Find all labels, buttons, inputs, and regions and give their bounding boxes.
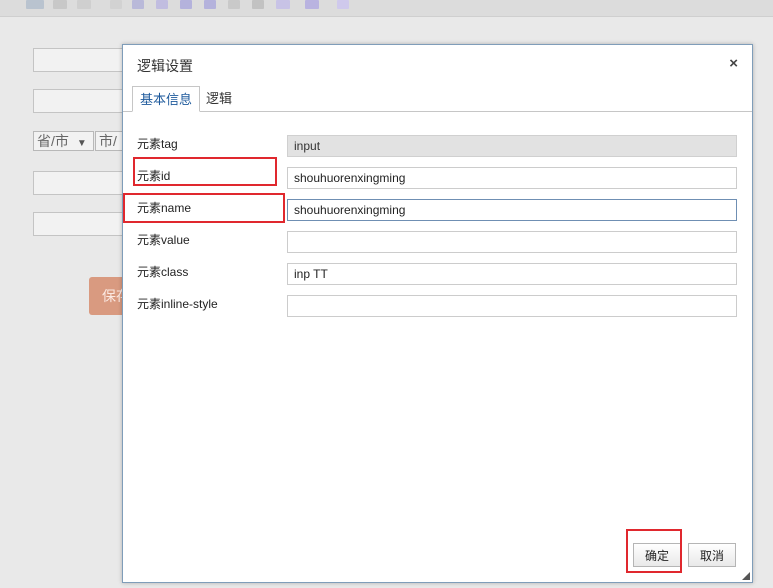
select-tool-icon[interactable] <box>26 0 44 9</box>
province-select-value: 省/市 <box>37 133 69 149</box>
element-tag-field <box>287 135 737 157</box>
element-inline-style-field[interactable] <box>287 295 737 317</box>
more-tool-icon[interactable] <box>337 0 349 9</box>
label-element-value: 元素value <box>137 233 190 247</box>
grid-tool-icon[interactable] <box>77 0 91 9</box>
label-element-id: 元素id <box>137 169 171 183</box>
bg-input-3[interactable] <box>33 171 123 195</box>
label-element-name: 元素name <box>137 201 192 215</box>
textbox-tool-icon[interactable] <box>110 0 122 9</box>
element-value-field[interactable] <box>287 231 737 253</box>
element-name-field[interactable] <box>287 199 737 221</box>
resize-grip-icon[interactable] <box>742 572 750 580</box>
checkbox-tool-icon[interactable] <box>180 0 192 9</box>
input-tool-icon[interactable] <box>132 0 144 9</box>
editor-toolbar <box>0 0 773 17</box>
tab-basic-info[interactable]: 基本信息 <box>132 86 201 112</box>
close-icon[interactable]: × <box>729 56 738 72</box>
province-select[interactable]: 省/市 ▼ <box>33 131 94 151</box>
textarea-tool-icon[interactable] <box>156 0 168 9</box>
bg-save-label: 保存 <box>102 288 123 304</box>
confirm-button[interactable]: 确定 <box>633 543 681 567</box>
dialog-title: 逻辑设置 <box>137 58 193 74</box>
label-element-inline-style: 元素inline-style <box>137 297 218 311</box>
bg-save-button[interactable]: 保存 <box>89 277 123 315</box>
label-element-class: 元素class <box>137 265 189 279</box>
label-element-tag: 元素tag <box>137 137 178 151</box>
city-select[interactable]: 市/ <box>95 131 123 151</box>
dropdown-arrow-icon: ▼ <box>76 138 87 149</box>
bg-input-2[interactable] <box>33 89 123 113</box>
table-tool-icon[interactable] <box>305 0 319 9</box>
radio-tool-icon[interactable] <box>204 0 216 9</box>
label-tool-icon[interactable] <box>53 0 67 9</box>
element-class-field[interactable] <box>287 263 737 285</box>
bg-input-1[interactable] <box>33 48 123 72</box>
tab-logic[interactable]: 逻辑 <box>199 86 239 111</box>
cancel-button[interactable]: 取消 <box>688 543 736 567</box>
bg-input-4[interactable] <box>33 212 123 236</box>
city-select-value: 市/ <box>99 133 117 149</box>
search-tool-icon[interactable] <box>252 0 264 9</box>
logic-settings-dialog: 逻辑设置 × 基本信息 逻辑 元素tag 元素id 元素name 元素value… <box>122 44 753 583</box>
file-tool-icon[interactable] <box>228 0 240 9</box>
element-id-field[interactable] <box>287 167 737 189</box>
list-tool-icon[interactable] <box>276 0 290 9</box>
dialog-tabs: 基本信息 逻辑 <box>123 86 752 112</box>
